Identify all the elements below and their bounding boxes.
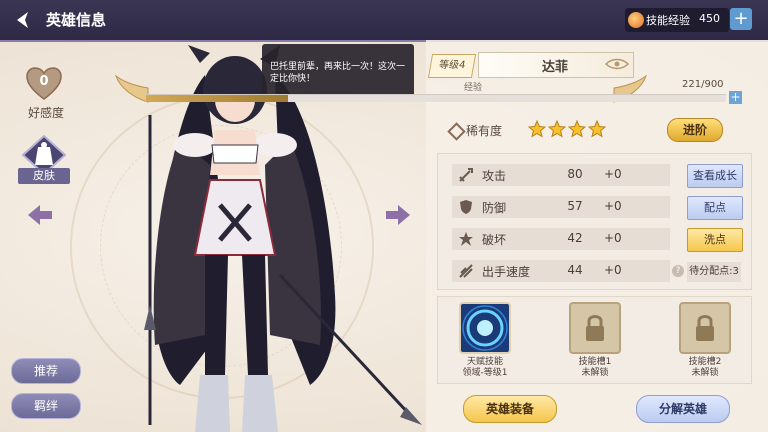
level-badge: 等级4	[427, 54, 477, 78]
stat-bonus: +0	[604, 199, 622, 213]
bond-button[interactable]: 羁绊	[11, 393, 81, 419]
skill-exp-display: 技能经验 450	[625, 8, 729, 32]
pending-points: 待分配点:3	[687, 262, 741, 282]
star-icon	[548, 120, 566, 138]
burst-icon	[459, 232, 473, 246]
shield-icon	[460, 200, 472, 214]
stat-row-speed: 出手速度 44 +0	[452, 260, 670, 282]
stat-row-attack: 攻击 80 +0	[452, 164, 670, 186]
stat-name: 破坏	[482, 233, 507, 247]
hero-portrait	[144, 45, 422, 432]
stat-name: 防御	[482, 201, 507, 215]
favor-label: 好感度	[27, 106, 64, 120]
stat-name: 出手速度	[482, 265, 531, 279]
stat-value: 44	[567, 263, 583, 277]
skin-label[interactable]: 皮肤	[18, 168, 70, 184]
hero-equipment-button[interactable]: 英雄装备	[463, 395, 557, 423]
add-skill-exp-button[interactable]: +	[730, 8, 752, 30]
stat-value: 57	[567, 199, 583, 213]
allocate-points-button[interactable]: 配点	[687, 196, 743, 220]
recommend-button[interactable]: 推荐	[11, 358, 81, 384]
star-icon	[568, 120, 586, 138]
rename-icon[interactable]	[604, 57, 630, 71]
reset-points-button[interactable]: 洗点	[687, 228, 743, 252]
exp-bar-fill	[146, 95, 289, 102]
star-icon	[588, 120, 606, 138]
view-growth-button[interactable]: 查看成长	[687, 164, 743, 188]
skill-label: 技能槽1 未解锁	[550, 357, 640, 379]
back-arrow-icon	[17, 12, 28, 28]
stat-name: 攻击	[482, 169, 507, 183]
skill-name: 技能槽2	[688, 357, 722, 367]
locked-skill-slot-1[interactable]	[569, 302, 621, 354]
stat-bonus: +0	[604, 231, 622, 245]
stat-value: 42	[567, 231, 583, 245]
skill-status: 未解锁	[581, 368, 609, 378]
exp-label: 经验	[464, 83, 483, 93]
locked-skill-slot-2[interactable]	[679, 302, 731, 354]
previous-hero-icon[interactable]	[26, 203, 54, 227]
stat-bonus: +0	[604, 263, 622, 277]
back-button[interactable]	[8, 6, 38, 34]
skill-level: 领域-等级1	[462, 368, 508, 378]
dialogue-text: 巴托里前辈，再来比一次！这次一定比你快！	[270, 62, 406, 84]
stat-row-destruction: 破坏 42 +0	[452, 228, 670, 250]
left-wing-icon	[115, 74, 149, 103]
dialogue-bubble: 巴托里前辈，再来比一次！这次一定比你快！	[262, 44, 414, 100]
star-icon	[528, 120, 546, 138]
advance-button[interactable]: 进阶	[667, 118, 723, 142]
exp-value: 221/900	[682, 79, 724, 90]
skill-label: 技能槽2 未解锁	[660, 357, 750, 379]
skill-exp-value: 450	[699, 12, 720, 25]
page-title: 英雄信息	[46, 11, 107, 29]
add-exp-button[interactable]: +	[729, 91, 742, 104]
rarity-label: 稀有度	[466, 124, 503, 138]
sword-icon	[459, 168, 473, 182]
help-icon[interactable]: ?	[672, 265, 684, 277]
favor-value: 0	[39, 74, 49, 89]
skill-exp-label: 技能经验	[646, 14, 690, 27]
skill-label: 天赋技能 领域-等级1	[440, 357, 530, 379]
speed-icon	[459, 264, 473, 278]
stat-value: 80	[567, 167, 583, 181]
skill-status: 未解锁	[691, 368, 719, 378]
exp-bar	[146, 94, 726, 102]
talent-skill-icon[interactable]	[459, 302, 511, 354]
skill-name: 天赋技能	[466, 357, 503, 367]
skill-exp-icon	[628, 12, 644, 28]
decompose-hero-button[interactable]: 分解英雄	[636, 395, 730, 423]
stat-row-defense: 防御 57 +0	[452, 196, 670, 218]
top-bar: 英雄信息 技能经验 450 +	[0, 0, 768, 42]
stat-bonus: +0	[604, 167, 622, 181]
skill-name: 技能槽1	[578, 357, 612, 367]
